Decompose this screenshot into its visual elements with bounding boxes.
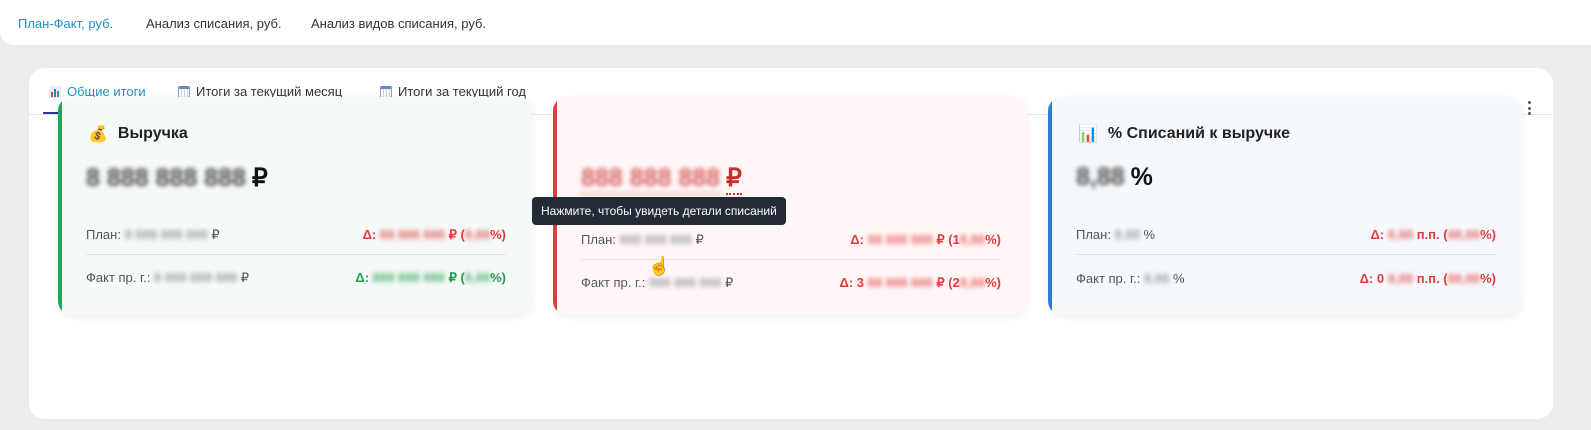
fact-row: Факт пр. г.: 888 888 888 ₽ Δ: 3 88 888 8… bbox=[581, 263, 1001, 303]
delta-end: %) bbox=[985, 275, 1001, 290]
plan-value: 8 888 888 888 bbox=[124, 226, 208, 242]
delta-value: 88 888 888 bbox=[379, 226, 445, 242]
delta-pct: 8,88 bbox=[464, 226, 491, 242]
fact-label: Факт пр. г.: bbox=[86, 270, 151, 285]
delta-pct: 8,88 bbox=[959, 275, 986, 290]
more-options-icon[interactable] bbox=[1523, 99, 1535, 117]
card-revenue: 💰 Выручка 8 888 888 888 ₽ План: 8 888 88… bbox=[58, 97, 532, 315]
delta-prefix: Δ: 0 bbox=[1359, 270, 1385, 286]
delta-value: 8,88 bbox=[1387, 270, 1414, 286]
delta-prefix: Δ: 3 bbox=[839, 275, 865, 290]
delta-pct: 8,88 bbox=[959, 231, 986, 247]
tab-writeoff-types-analysis[interactable]: Анализ видов списания, руб. bbox=[311, 16, 486, 31]
card-value-number: 8,88 bbox=[1076, 163, 1125, 191]
card-writeoff-ratio: 📊 % Списаний к выручке 8,88 % План: 8,88… bbox=[1048, 97, 1522, 315]
card-value-unit: % bbox=[1130, 163, 1153, 191]
plan-delta: Δ: 88 888 888 ₽ (18,88%) bbox=[850, 232, 1001, 248]
card-value-unit: ₽ bbox=[726, 163, 742, 195]
fact-info: Факт пр. г.: 8,88 % bbox=[1076, 271, 1185, 286]
fact-delta: Δ: 888 888 888 ₽ (8,88%) bbox=[355, 270, 506, 286]
fact-row: Факт пр. г.: 8 888 888 888 ₽ Δ: 888 888 … bbox=[86, 258, 506, 298]
delta-suffix: п.п. ( bbox=[1416, 227, 1448, 242]
plan-info: План: 888 888 888 ₽ bbox=[581, 232, 704, 248]
delta-end: %) bbox=[1480, 270, 1496, 286]
card-value-link[interactable]: 888 888 888 ₽ bbox=[581, 163, 742, 195]
card-title-text: % Списаний к выручке bbox=[1107, 125, 1291, 142]
calendar-icon bbox=[178, 85, 190, 98]
plan-delta: Δ: 88 888 888 ₽ (8,88%) bbox=[363, 227, 506, 243]
card-title: 📊 % Списаний к выручке bbox=[1078, 124, 1290, 144]
plan-delta: Δ: 8,88 п.п. (88,88%) bbox=[1370, 227, 1496, 242]
fact-label: Факт пр. г.: bbox=[1076, 270, 1141, 286]
delta-value: 88 888 888 bbox=[867, 231, 933, 247]
delta-prefix: Δ: bbox=[850, 231, 865, 247]
plan-value: 8,88 bbox=[1114, 227, 1140, 242]
plan-label: План: bbox=[1076, 227, 1111, 242]
delta-pct: 8,88 bbox=[464, 270, 491, 285]
delta-end: %) bbox=[985, 231, 1001, 247]
fact-delta: Δ: 3 88 888 888 ₽ (28,88%) bbox=[840, 275, 1002, 291]
delta-value: 888 888 888 bbox=[372, 270, 445, 285]
fact-info: Факт пр. г.: 888 888 888 ₽ bbox=[581, 275, 733, 291]
writeoff-details-tooltip: Нажмите, чтобы увидеть детали списаний bbox=[532, 197, 786, 225]
bar-chart-icon bbox=[49, 85, 61, 98]
fact-delta: Δ: 0 8,88 п.п. (88,88%) bbox=[1360, 271, 1496, 286]
fact-unit: ₽ bbox=[240, 270, 250, 285]
card-accent-bar bbox=[1048, 97, 1052, 315]
fact-value: 8,88 bbox=[1144, 270, 1170, 286]
card-value-number: 888 888 888 bbox=[581, 164, 721, 195]
fact-value: 888 888 888 bbox=[649, 275, 722, 290]
card-value-unit: ₽ bbox=[251, 164, 268, 192]
delta-end: %) bbox=[1480, 227, 1496, 242]
delta-end: %) bbox=[490, 270, 506, 285]
money-bag-icon: 💰 bbox=[88, 126, 108, 143]
fact-row: Факт пр. г.: 8,88 % Δ: 0 8,88 п.п. (88,8… bbox=[1076, 258, 1496, 298]
plan-label: План: bbox=[581, 231, 616, 247]
delta-value: 88 888 888 bbox=[867, 275, 933, 290]
plan-info: План: 8,88 % bbox=[1076, 227, 1155, 242]
plan-row: План: 8,88 % Δ: 8,88 п.п. (88,88%) bbox=[1076, 215, 1496, 255]
card-value: 8 888 888 888 ₽ bbox=[86, 163, 268, 193]
delta-suffix: ₽ (2 bbox=[936, 275, 960, 290]
fact-label: Факт пр. г.: bbox=[581, 275, 646, 290]
hand-cursor-icon: ☝ bbox=[648, 256, 671, 276]
delta-end: %) bbox=[490, 226, 506, 242]
fact-unit: ₽ bbox=[724, 275, 734, 290]
plan-value: 888 888 888 bbox=[619, 231, 692, 247]
card-value-number: 8 888 888 888 bbox=[86, 163, 246, 192]
fact-unit: % bbox=[1172, 270, 1185, 286]
bar-chart-icon: 📊 bbox=[1078, 126, 1098, 143]
tab-writeoff-analysis[interactable]: Анализ списания, руб. bbox=[146, 16, 282, 31]
fact-value: 8 888 888 888 bbox=[154, 270, 238, 285]
card-title: 💰 Выручка bbox=[88, 124, 188, 144]
delta-pct: 88,88 bbox=[1447, 270, 1481, 286]
card-value: 8,88 % bbox=[1076, 163, 1153, 192]
card-accent-bar bbox=[58, 97, 62, 315]
delta-pct: 88,88 bbox=[1447, 227, 1481, 242]
plan-info: План: 8 888 888 888 ₽ bbox=[86, 227, 220, 243]
top-tab-bar: План-Факт, руб. Анализ списания, руб. Ан… bbox=[0, 0, 1591, 45]
delta-prefix: Δ: bbox=[1370, 227, 1385, 242]
delta-suffix: ₽ (1 bbox=[936, 231, 960, 247]
delta-prefix: Δ: bbox=[355, 270, 370, 285]
plan-unit: % bbox=[1143, 227, 1156, 242]
delta-suffix: п.п. ( bbox=[1416, 270, 1448, 286]
delta-value: 8,88 bbox=[1387, 227, 1414, 242]
plan-row: План: 8 888 888 888 ₽ Δ: 88 888 888 ₽ (8… bbox=[86, 215, 506, 255]
tab-plan-fact[interactable]: План-Факт, руб. bbox=[18, 16, 113, 31]
card-title-text: Выручка bbox=[117, 125, 188, 142]
plan-unit: ₽ bbox=[211, 226, 220, 242]
plan-unit: ₽ bbox=[695, 231, 704, 247]
delta-suffix: ₽ ( bbox=[448, 270, 465, 285]
delta-suffix: ₽ ( bbox=[448, 226, 465, 242]
calendar-icon bbox=[380, 85, 392, 98]
fact-info: Факт пр. г.: 8 888 888 888 ₽ bbox=[86, 270, 249, 286]
plan-row: План: 888 888 888 ₽ Δ: 88 888 888 ₽ (18,… bbox=[581, 220, 1001, 260]
plan-label: План: bbox=[86, 226, 121, 242]
delta-prefix: Δ: bbox=[362, 226, 377, 242]
